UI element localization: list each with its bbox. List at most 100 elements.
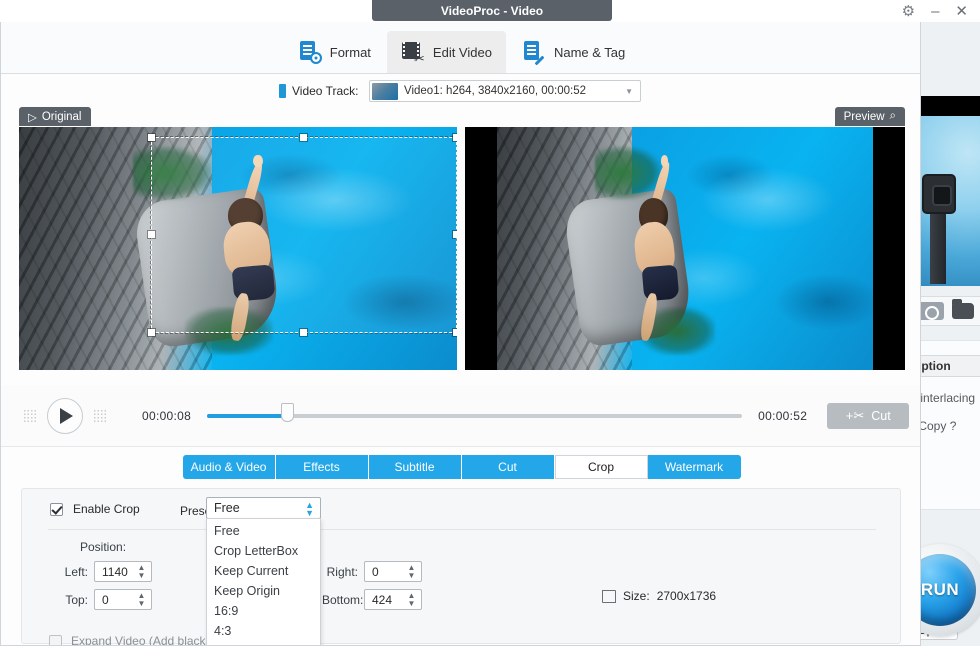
subtab-watermark[interactable]: Watermark — [647, 455, 741, 479]
preset-option-4[interactable]: 16:9 — [207, 601, 320, 621]
play-button[interactable] — [47, 397, 83, 434]
subtab-subtitle[interactable]: Subtitle — [368, 455, 462, 479]
video-track-label-group: Video Track: — [279, 84, 358, 98]
size-label: Size: — [623, 589, 650, 603]
video-track-label: Video Track: — [292, 84, 359, 98]
enable-crop-checkbox[interactable] — [50, 502, 63, 516]
crop-handle-top-left[interactable] — [148, 134, 155, 141]
crop-left-value: 1140 — [102, 564, 128, 579]
resize-icon — [602, 589, 616, 603]
subtab-effects[interactable]: Effects — [275, 455, 369, 479]
enable-crop-label: Enable Crop — [73, 502, 140, 516]
minimize-button[interactable]: – — [931, 4, 939, 19]
crop-handle-middle-right[interactable] — [453, 231, 457, 238]
preview-area: ▷ Original Preview ⌕ — [1, 107, 920, 385]
letterbox-right — [873, 127, 905, 370]
original-preview-pane[interactable] — [19, 127, 457, 370]
diver-figure-cropped — [610, 155, 708, 342]
name-tag-icon — [522, 40, 546, 66]
preset-option-3[interactable]: Keep Origin — [207, 581, 320, 601]
preview-badge[interactable]: Preview ⌕ — [834, 107, 905, 126]
transport-bar: 00:00:08 00:00:52 +✂ Cut — [1, 385, 920, 447]
crop-marquee[interactable] — [148, 134, 457, 336]
crop-handle-bottom-center[interactable] — [300, 329, 307, 336]
video-track-value: Video1: h264, 3840x2160, 00:00:52 — [404, 85, 587, 97]
tab-name-tag[interactable]: Name & Tag — [508, 31, 639, 73]
crop-right-row: Right: 0 ▲ ▼ — [322, 561, 422, 582]
gear-icon[interactable]: ⚙ — [902, 2, 915, 20]
crop-right-value: 0 — [372, 564, 379, 579]
crop-handle-top-center[interactable] — [300, 134, 307, 141]
grip-left-icon — [23, 408, 37, 423]
size-value: 2700x1736 — [656, 589, 717, 603]
video-track-icon — [279, 84, 286, 98]
crop-bottom-stepper[interactable]: ▲ ▼ — [406, 592, 417, 608]
gopro-lens — [932, 185, 952, 206]
close-button[interactable]: ✕ — [955, 4, 968, 19]
video-thumbnail — [372, 82, 398, 100]
subtab-audio-video[interactable]: Audio & Video — [182, 455, 276, 479]
grip-right-icon — [93, 408, 107, 423]
crop-bottom-label: Bottom: — [322, 592, 364, 607]
preset-option-2[interactable]: Keep Current — [207, 561, 320, 581]
folder-icon[interactable] — [952, 299, 974, 319]
video-track-select[interactable]: Video1: h264, 3840x2160, 00:00:52 ▼ — [369, 80, 641, 102]
gopro-mount — [930, 214, 946, 284]
crop-left-row: Left: 1140 ▲ ▼ — [52, 561, 152, 582]
cut-button-label: Cut — [871, 408, 891, 423]
preset-combo-value: Free — [214, 501, 240, 515]
cut-button[interactable]: +✂ Cut — [827, 402, 910, 429]
crop-right-stepper[interactable]: ▲ ▼ — [406, 564, 417, 580]
chevron-down-icon[interactable]: ▼ — [625, 87, 633, 96]
tab-edit-video-label: Edit Video — [432, 44, 492, 60]
tab-name-tag-label: Name & Tag — [553, 44, 626, 60]
preset-option-0[interactable]: Free — [207, 521, 320, 541]
crop-bottom-row: Bottom: 424 ▲ ▼ — [322, 589, 422, 610]
stepper-arrows-icon[interactable]: ▲ ▼ — [305, 501, 314, 518]
crop-handle-bottom-left[interactable] — [148, 329, 155, 336]
crop-left-stepper[interactable]: ▲ ▼ — [136, 564, 147, 580]
subtab-cut[interactable]: Cut — [461, 455, 555, 479]
crop-bottom-value: 424 — [372, 592, 393, 607]
original-badge: ▷ Original — [19, 107, 91, 126]
crop-top-label: Top: — [65, 592, 88, 607]
timeline-handle[interactable] — [281, 402, 295, 422]
preset-dropdown-list[interactable]: Free Crop LetterBox Keep Current Keep Origi… — [206, 518, 321, 645]
search-icon: ⌕ — [889, 110, 896, 122]
crop-right-label: Right: — [326, 564, 358, 579]
tab-format[interactable]: Format — [284, 31, 385, 73]
preset-combo[interactable]: Free ▲ ▼ — [206, 497, 321, 519]
preset-option-5[interactable]: 4:3 — [207, 621, 320, 641]
expand-video-checkbox[interactable] — [49, 634, 62, 645]
window-controls: ⚙ – ✕ — [902, 0, 974, 22]
subtab-crop[interactable]: Crop — [554, 455, 648, 479]
crop-top-stepper[interactable]: ▲ ▼ — [136, 592, 147, 608]
crop-left-input[interactable]: 1140 ▲ ▼ — [94, 561, 152, 582]
cropped-video-frame — [497, 127, 873, 370]
enable-crop-row[interactable]: Enable Crop — [50, 502, 140, 516]
crop-bottom-input[interactable]: 424 ▲ ▼ — [364, 589, 422, 610]
crop-settings-panel: Enable Crop Preset: Position: Left: 1140… — [21, 488, 901, 644]
window-title: VideoProc - Video — [372, 0, 612, 21]
preset-option-1[interactable]: Crop LetterBox — [207, 541, 320, 561]
timeline-progress — [207, 413, 288, 418]
crop-left-label: Left: — [64, 564, 88, 579]
crop-handle-bottom-right[interactable] — [453, 329, 457, 336]
crop-top-input[interactable]: 0 ▲ ▼ — [94, 589, 152, 610]
edit-video-dialog: ✕ Format ✂ Edit Video Name & Tag — [0, 22, 921, 646]
crop-handle-middle-left[interactable] — [148, 231, 155, 238]
gopro-camera-body — [922, 174, 956, 214]
crop-right-input[interactable]: 0 ▲ ▼ — [364, 561, 422, 582]
play-icon — [60, 407, 73, 424]
result-preview-pane[interactable] — [465, 127, 905, 370]
timeline-scrubber[interactable] — [207, 402, 743, 422]
title-bar: VideoProc - Video ⚙ – ✕ — [0, 0, 980, 22]
original-badge-label: Original — [41, 110, 82, 123]
tab-edit-video[interactable]: ✂ Edit Video — [386, 31, 506, 73]
tab-format-label: Format — [329, 44, 371, 60]
crop-handle-top-right[interactable] — [453, 134, 457, 141]
preset-option-6[interactable]: 1:1 — [207, 641, 320, 645]
format-icon — [298, 40, 322, 64]
panel-divider — [48, 529, 876, 530]
total-time: 00:00:52 — [758, 408, 808, 423]
